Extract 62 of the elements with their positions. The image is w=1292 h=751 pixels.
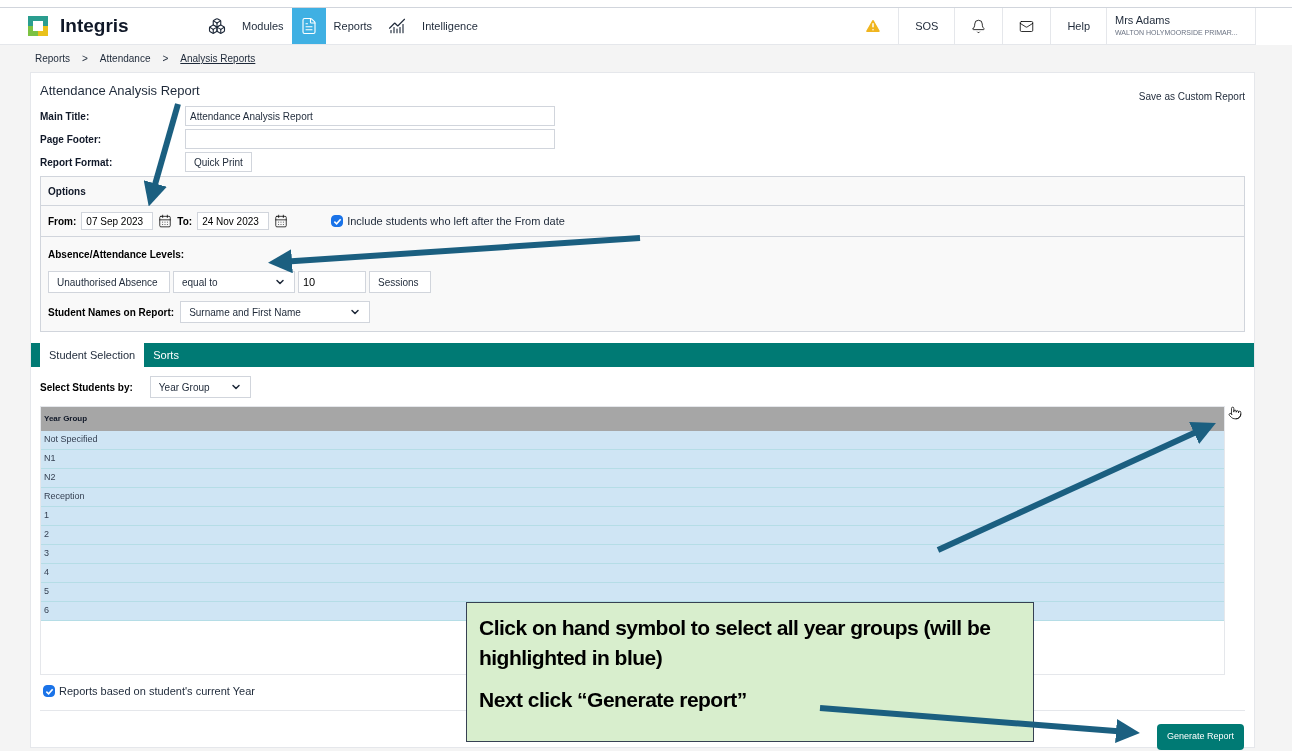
format-select[interactable]: Quick Print xyxy=(185,152,252,172)
field-label: Main Title: xyxy=(40,109,91,124)
bell-icon[interactable] xyxy=(971,18,987,34)
names-select[interactable]: Surname and First Name xyxy=(180,301,371,323)
field-label: To: xyxy=(177,214,193,229)
column-header[interactable]: Year Group xyxy=(41,407,1224,431)
table-row[interactable]: Not Specified xyxy=(41,431,1224,450)
instruction-text: Click on hand symbol to select all year groups (will be highlighted in blue) xyxy=(479,615,992,671)
field-label: Page Footer: xyxy=(40,132,103,147)
hand-pointer-icon[interactable] xyxy=(1228,406,1242,420)
table-row[interactable]: N1 xyxy=(41,450,1224,469)
table-row[interactable]: 5 xyxy=(41,583,1224,602)
date-field[interactable]: 24 Nov 2023 xyxy=(197,212,270,230)
instruction-text: Next click “Generate report” xyxy=(479,687,748,713)
breadcrumb-separator: > xyxy=(82,52,88,66)
field-label: Report Format: xyxy=(40,155,114,170)
logo-text: Integris xyxy=(60,13,129,38)
header-link[interactable]: Help xyxy=(1067,17,1090,35)
nav-link[interactable]: Modules xyxy=(234,17,292,35)
report-title: Attendance Analysis Report xyxy=(40,82,200,100)
table-row[interactable]: N2 xyxy=(41,469,1224,488)
breadcrumb-link[interactable]: Analysis Reports xyxy=(180,51,256,66)
field-label: From: xyxy=(48,214,77,229)
breadcrumb-separator: > xyxy=(162,52,169,66)
nav-link[interactable]: Intelligence xyxy=(414,17,486,35)
mail-icon[interactable] xyxy=(1019,18,1035,34)
text-field[interactable]: Attendance Analysis Report xyxy=(185,106,555,126)
calendar-icon[interactable] xyxy=(158,214,173,228)
field-label: Select Students by: xyxy=(40,380,133,395)
comparison-select[interactable]: equal to xyxy=(173,271,295,293)
checkbox[interactable] xyxy=(43,685,55,698)
unit-select[interactable]: Sessions xyxy=(369,271,431,293)
select-by-dropdown[interactable]: Year Group xyxy=(149,376,251,398)
chart-icon[interactable] xyxy=(388,17,407,35)
table-row[interactable]: 3 xyxy=(41,545,1224,564)
amount-field[interactable]: 10 xyxy=(298,271,366,293)
tab[interactable]: Sorts xyxy=(144,343,188,367)
field-label: Student Names on Report: xyxy=(48,305,175,320)
checkbox-label: Reports based on student's current Year xyxy=(59,684,255,699)
checkbox-label: Include students who left after the From date xyxy=(347,213,565,229)
nav-icon-tile[interactable] xyxy=(291,8,326,44)
calendar-icon[interactable] xyxy=(274,214,289,228)
table-row[interactable]: Reception xyxy=(41,488,1224,507)
table-row[interactable]: 4 xyxy=(41,564,1224,583)
level-type-select[interactable]: Unauthorised Absence xyxy=(48,271,170,293)
logo-icon xyxy=(28,16,48,36)
table-row[interactable]: 1 xyxy=(41,507,1224,526)
header-link[interactable]: SOS xyxy=(915,17,939,35)
breadcrumb-link[interactable]: Attendance xyxy=(99,51,151,66)
generate-report-button[interactable]: Generate Report xyxy=(1156,723,1244,750)
save-custom-link[interactable]: Save as Custom Report xyxy=(1138,89,1245,104)
text-field[interactable] xyxy=(185,129,555,149)
field-label: Absence/Attendance Levels: xyxy=(48,249,185,260)
panel-heading: Options xyxy=(48,184,86,199)
table-row[interactable]: 2 xyxy=(41,526,1224,545)
date-field[interactable]: 07 Sep 2023 xyxy=(81,212,154,230)
breadcrumb-link[interactable]: Reports xyxy=(35,51,70,66)
user-name: Mrs Adams xyxy=(1115,14,1171,28)
cubes-icon[interactable] xyxy=(208,17,226,35)
checkbox[interactable] xyxy=(331,215,344,227)
nav-link[interactable]: Reports xyxy=(325,17,381,35)
tab[interactable]: Student Selection xyxy=(40,343,145,367)
